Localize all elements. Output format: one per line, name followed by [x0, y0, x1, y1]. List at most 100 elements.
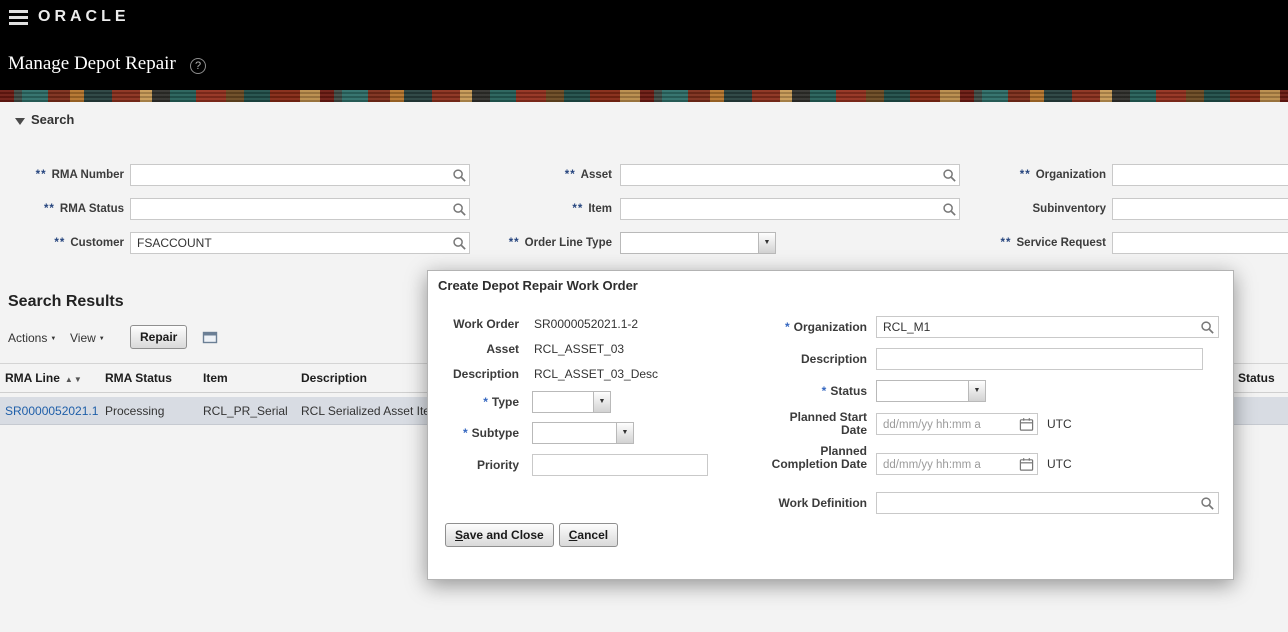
organization-search-icon[interactable] — [1200, 320, 1215, 335]
order-line-type-select[interactable]: ▼ — [620, 232, 776, 254]
item-cell: RCL_PR_Serial — [203, 404, 288, 418]
planned-completion-date-label: Planned Completion Date — [771, 444, 867, 471]
rma-status-cell: Processing — [105, 404, 165, 418]
priority-input[interactable] — [532, 454, 708, 476]
organization-label: ** Organization — [1019, 169, 1106, 181]
planned-completion-date-input[interactable] — [876, 453, 1038, 475]
subinventory-label: Subinventory — [1032, 203, 1106, 215]
asset-input[interactable] — [620, 164, 960, 186]
search-collapse-icon[interactable] — [15, 118, 25, 125]
chevron-down-icon: ▼ — [50, 336, 57, 342]
type-select[interactable]: ▼ — [532, 391, 611, 413]
planned-completion-timezone: UTC — [1047, 457, 1072, 471]
work-order-value: SR0000052021.1-2 — [534, 317, 639, 331]
chevron-down-icon: ▼ — [98, 336, 105, 342]
customer-search-icon[interactable] — [452, 236, 467, 251]
create-depot-repair-work-order-dialog: Create Depot Repair Work Order Work Orde… — [427, 270, 1234, 580]
required-asterisk: * — [483, 395, 488, 409]
dialog-description-value: RCL_ASSET_03_Desc — [534, 367, 659, 381]
required-asterisk: * — [784, 320, 790, 334]
dialog-buttons: Save and Close Cancel — [445, 523, 619, 547]
manage-depot-repair-page: ORACLE Manage Depot Repair ? Search ** RM… — [0, 0, 1288, 632]
service-request-label: ** Service Request — [1000, 237, 1106, 249]
dialog-organization-label: * Organization — [784, 320, 867, 334]
page-header: Manage Depot Repair ? — [0, 35, 1288, 90]
dialog-asset-label: Asset — [486, 342, 519, 356]
rma-status-input[interactable] — [130, 198, 470, 220]
save-and-close-button[interactable]: Save and Close — [445, 523, 554, 547]
chevron-down-icon[interactable]: ▼ — [758, 233, 775, 253]
repair-button[interactable]: Repair — [130, 325, 188, 349]
required-marker: ** — [1019, 169, 1031, 181]
rma-number-label: ** RMA Number — [35, 169, 124, 181]
rma-number-search-icon[interactable] — [452, 168, 467, 183]
chevron-down-icon[interactable]: ▼ — [593, 392, 610, 412]
work-order-label: Work Order — [453, 317, 519, 331]
asset-label: ** Asset — [564, 169, 612, 181]
dialog-title: Create Depot Repair Work Order — [438, 278, 638, 293]
required-marker: ** — [564, 169, 576, 181]
sort-asc-icon: ▲ — [64, 375, 74, 384]
chevron-down-icon[interactable]: ▼ — [616, 423, 633, 443]
rma-line-link[interactable]: SR0000052021.1 — [5, 397, 98, 425]
decorative-banner — [0, 90, 1288, 102]
required-asterisk: * — [462, 426, 468, 440]
subinventory-input[interactable] — [1112, 198, 1288, 220]
description-cell: RCL Serialized Asset Item — [301, 404, 440, 418]
actions-menu[interactable]: Actions ▼ — [8, 331, 56, 345]
dialog-description-field-label: Description — [800, 352, 867, 366]
page-title: Manage Depot Repair — [8, 53, 176, 74]
item-input[interactable] — [620, 198, 960, 220]
oracle-logo[interactable]: ORACLE — [38, 8, 130, 26]
rma-status-search-icon[interactable] — [452, 202, 467, 217]
work-definition-input[interactable] — [876, 492, 1219, 514]
planned-start-calendar-icon[interactable] — [1019, 417, 1034, 432]
column-header-status[interactable]: Status — [1238, 364, 1275, 393]
work-definition-label: Work Definition — [778, 496, 867, 510]
subtype-label: * Subtype — [462, 426, 519, 440]
type-label: * Type — [483, 395, 519, 409]
item-label: ** Item — [572, 203, 612, 215]
column-header-description[interactable]: Description — [301, 364, 367, 393]
column-header-rma-line[interactable]: RMA Line ▲▼ — [5, 364, 83, 394]
customer-input[interactable] — [130, 232, 470, 254]
column-header-item[interactable]: Item — [203, 364, 228, 393]
priority-label: Priority — [476, 458, 519, 472]
required-marker: ** — [54, 237, 66, 249]
subtype-select[interactable]: ▼ — [532, 422, 634, 444]
cancel-button[interactable]: Cancel — [558, 523, 619, 547]
dialog-description-input[interactable] — [876, 348, 1203, 370]
required-marker: ** — [572, 203, 584, 215]
dialog-description-label: Description — [452, 367, 519, 381]
chevron-down-icon[interactable]: ▼ — [968, 381, 985, 401]
order-line-type-label: ** Order Line Type — [508, 237, 612, 249]
planned-start-timezone: UTC — [1047, 417, 1072, 431]
required-marker: ** — [508, 237, 520, 249]
search-section-title: Search — [31, 112, 75, 127]
customer-label: ** Customer — [54, 237, 124, 249]
hamburger-menu-icon[interactable] — [9, 10, 28, 25]
dialog-organization-input[interactable] — [876, 316, 1219, 338]
planned-start-date-label: Planned Start Date — [789, 410, 867, 437]
rma-number-input[interactable] — [130, 164, 470, 186]
organization-input[interactable] — [1112, 164, 1288, 186]
column-header-rma-status[interactable]: RMA Status — [105, 364, 172, 393]
help-icon[interactable]: ? — [190, 58, 206, 74]
sort-icons[interactable]: ▲▼ — [65, 375, 83, 384]
planned-completion-calendar-icon[interactable] — [1019, 457, 1034, 472]
rma-status-label: ** RMA Status — [43, 203, 124, 215]
planned-start-date-input[interactable] — [876, 413, 1038, 435]
item-search-icon[interactable] — [942, 202, 957, 217]
search-results-title: Search Results — [8, 293, 124, 310]
service-request-input[interactable] — [1112, 232, 1288, 254]
top-bar: ORACLE — [0, 0, 1288, 35]
view-menu[interactable]: View ▼ — [70, 331, 105, 345]
status-select[interactable]: ▼ — [876, 380, 986, 402]
status-label: * Status — [821, 384, 867, 398]
work-definition-search-icon[interactable] — [1200, 496, 1215, 511]
required-marker: ** — [1000, 237, 1012, 249]
detach-icon[interactable] — [202, 329, 218, 345]
required-marker: ** — [35, 169, 47, 181]
sort-desc-icon: ▼ — [73, 375, 83, 384]
asset-search-icon[interactable] — [942, 168, 957, 183]
